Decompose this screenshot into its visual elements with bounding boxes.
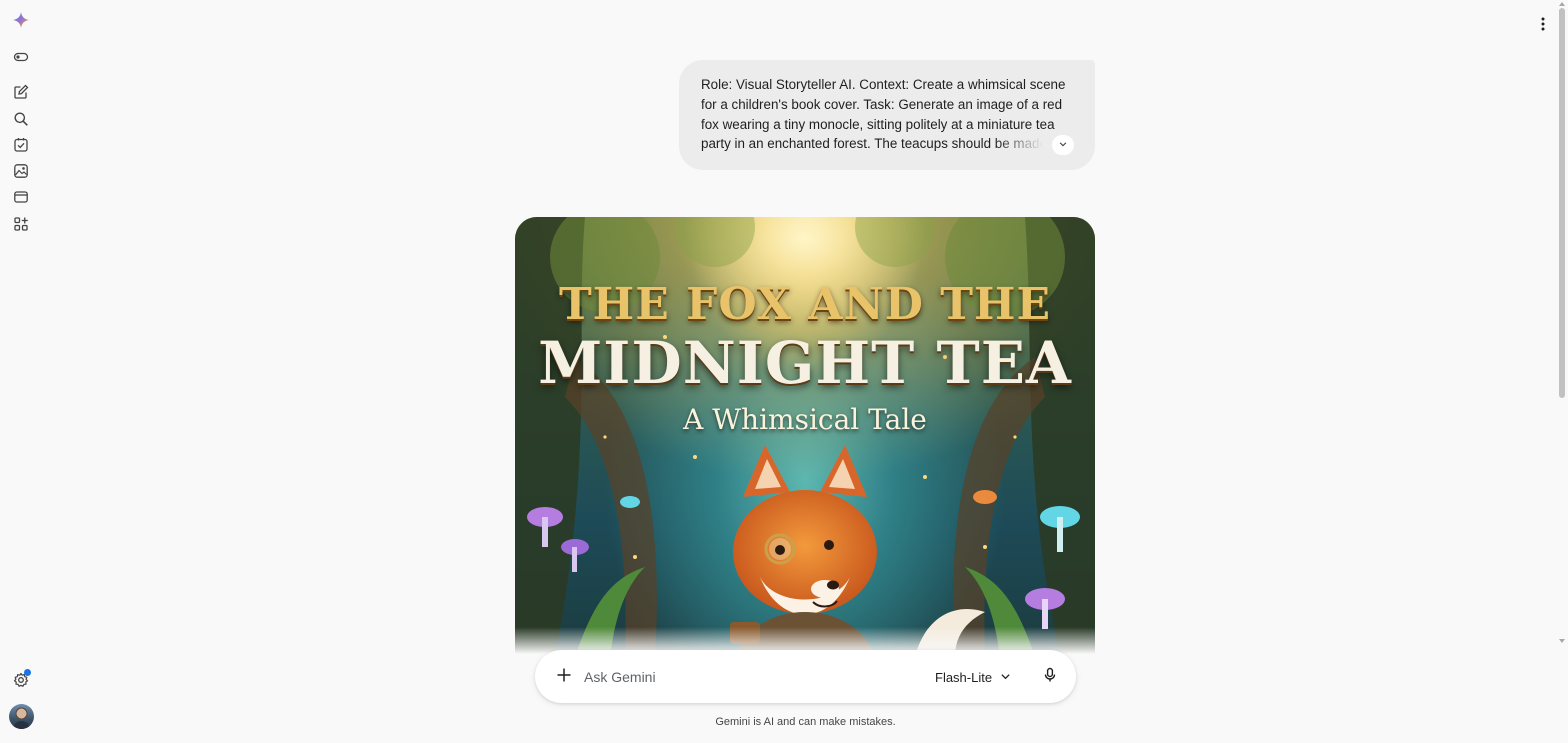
plus-icon (556, 667, 572, 688)
chevron-down-icon (1058, 136, 1068, 154)
side-rail (0, 0, 42, 743)
images-button[interactable] (11, 163, 31, 183)
model-label: Flash-Lite (935, 669, 993, 685)
scroll-thumb[interactable] (1559, 8, 1565, 398)
my-stuff-button[interactable] (11, 137, 31, 157)
prompt-composer: Flash-Lite (535, 650, 1076, 703)
chevron-down-icon (1000, 670, 1011, 685)
microphone-icon (1042, 667, 1058, 688)
image-title-line-2: MIDNIGHT TEA (538, 329, 1072, 397)
gear-icon (13, 669, 31, 688)
scroll-up-arrow[interactable] (1559, 2, 1565, 6)
more-options-button[interactable] (1533, 16, 1553, 36)
apps-button[interactable] (11, 216, 31, 236)
notification-dot (24, 669, 31, 676)
add-attachment-button[interactable] (553, 666, 575, 688)
image-title-line-1: THE FOX AND THE (558, 279, 1052, 330)
microphone-button[interactable] (1038, 665, 1062, 689)
ask-input[interactable] (584, 664, 914, 690)
new-chat-button[interactable] (11, 84, 31, 104)
toggle-icon (13, 49, 29, 70)
ai-disclaimer: Gemini is AI and can make mistakes. (715, 716, 896, 728)
settings-button[interactable] (11, 669, 31, 690)
edit-icon (13, 84, 29, 105)
search-button[interactable] (11, 111, 31, 131)
gem-icon (13, 189, 29, 210)
generated-image[interactable]: THE FOX AND THE MIDNIGHT TEA A Whimsical… (515, 217, 1095, 657)
user-prompt-bubble: Role: Visual Storyteller AI. Context: Cr… (679, 60, 1095, 170)
gems-button[interactable] (11, 189, 31, 209)
model-selector[interactable]: Flash-Lite (935, 665, 1011, 689)
avatar[interactable] (9, 704, 34, 729)
more-vertical-icon (1535, 16, 1551, 37)
image-subtitle: A Whimsical Tale (683, 403, 927, 436)
checklist-icon (13, 137, 29, 158)
sparkle-icon (13, 11, 29, 33)
search-icon (13, 111, 29, 132)
apps-icon (13, 216, 29, 237)
bubble-fade (995, 136, 1055, 156)
scrollbar[interactable] (1556, 0, 1568, 743)
image-icon (13, 163, 29, 184)
gemini-logo[interactable] (11, 11, 31, 33)
toggle-sidebar-button[interactable] (11, 49, 31, 69)
expand-prompt-button[interactable] (1052, 135, 1074, 155)
scroll-down-arrow[interactable] (1559, 639, 1565, 643)
